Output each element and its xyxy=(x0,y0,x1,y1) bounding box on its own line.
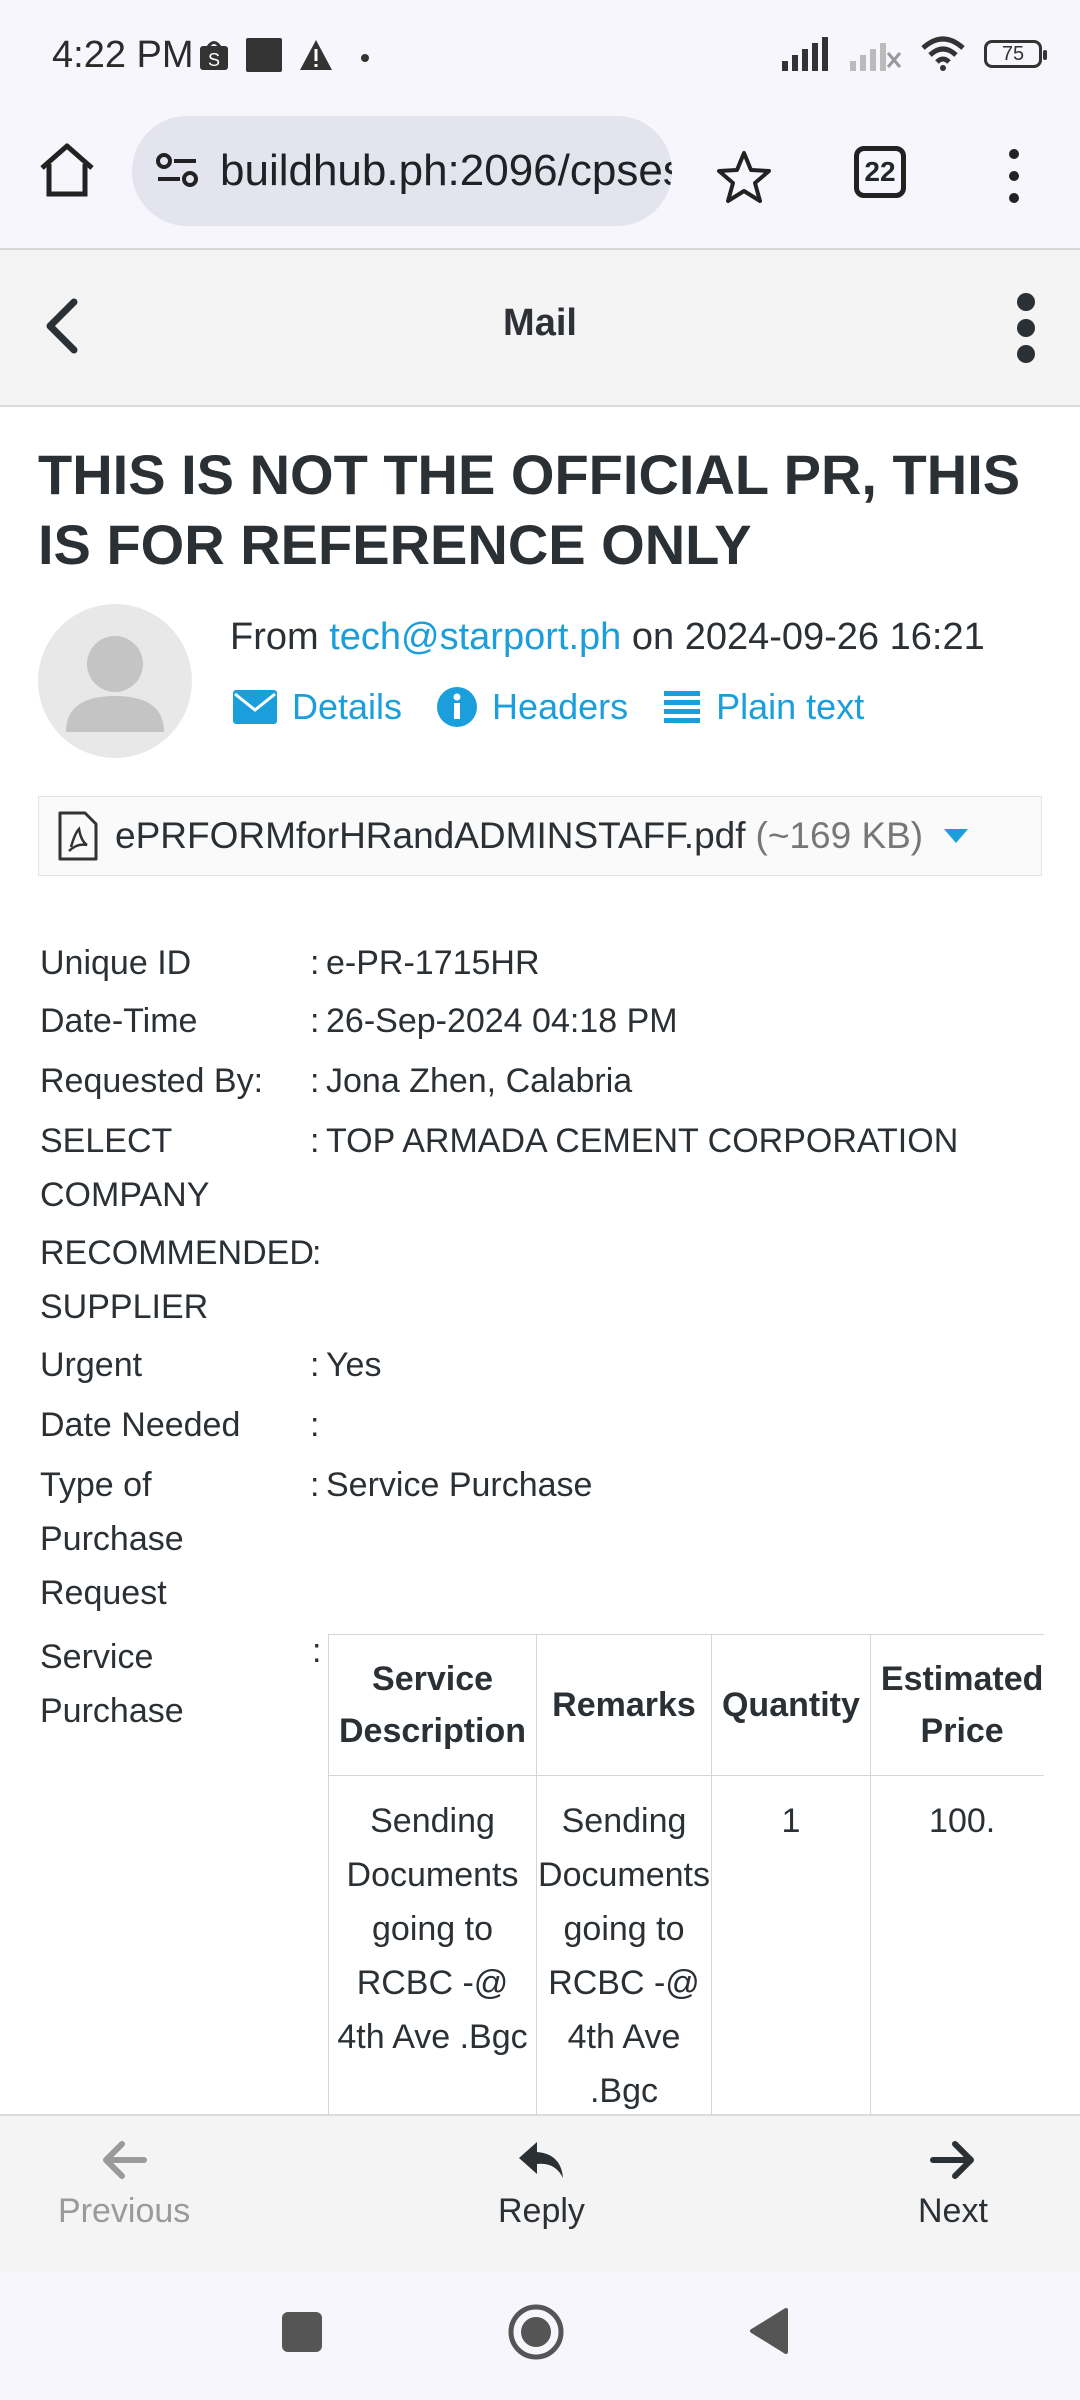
detail-label: SELECT COMPANY xyxy=(40,1122,210,1214)
tab-switcher-button[interactable]: 22 xyxy=(854,146,906,198)
detail-colon: : xyxy=(310,1346,320,1384)
next-label[interactable]: Next xyxy=(918,2192,988,2230)
recent-apps-button[interactable] xyxy=(282,2312,322,2352)
on-word: on xyxy=(631,616,675,658)
detail-colon: : xyxy=(310,1062,320,1100)
column-header: Estimated Price xyxy=(869,1634,1044,1776)
dot-icon xyxy=(361,54,369,62)
url-bar[interactable]: buildhub.ph:2096/cpsess xyxy=(132,116,672,226)
plain-text-link[interactable]: Plain text xyxy=(662,686,864,728)
envelope-icon xyxy=(233,690,277,724)
service-table-scroll[interactable]: Service Description Remarks Quantity Est… xyxy=(328,1634,1044,2114)
attachment-name[interactable]: ePRFORMforHRandADMINSTAFF.pdf xyxy=(115,815,746,857)
signal-no-sim-icon xyxy=(850,43,902,71)
person-icon xyxy=(66,636,164,732)
svg-text:S: S xyxy=(208,50,220,70)
reply-icon xyxy=(519,2142,564,2178)
column-header: Remarks xyxy=(536,1634,712,1776)
signal-icon xyxy=(782,37,828,71)
message-actions: Details Headers Plain text xyxy=(232,686,864,728)
info-icon xyxy=(437,687,478,727)
detail-colon: : xyxy=(310,1466,320,1504)
reply-label[interactable]: Reply xyxy=(498,2192,585,2230)
detail-colon: : xyxy=(310,1122,320,1160)
sender-email-link[interactable]: tech@starport.ph xyxy=(329,616,621,658)
app-header: Mail xyxy=(0,250,1080,407)
arrow-left-icon xyxy=(103,2141,148,2179)
detail-colon: : xyxy=(310,944,320,982)
home-icon[interactable] xyxy=(36,140,98,202)
message-date: 2024-09-26 16:21 xyxy=(684,616,985,658)
attachment-item[interactable]: ePRFORMforHRandADMINSTAFF.pdf (~169 KB) xyxy=(38,796,1042,876)
url-text[interactable]: buildhub.ph:2096/cpsess xyxy=(220,146,672,196)
bookmark-star-icon[interactable] xyxy=(714,148,774,208)
detail-label: Type of Purchase Request xyxy=(40,1466,184,1612)
attachment-size: (~169 KB) xyxy=(755,815,924,856)
detail-value: Yes xyxy=(326,1346,382,1384)
from-prefix: From xyxy=(230,616,319,658)
from-line: From tech@starport.ph on 2024-09-26 16:2… xyxy=(230,616,985,659)
page-title: Mail xyxy=(503,302,577,344)
detail-label: RECOMMENDED SUPPLIER xyxy=(40,1234,314,1326)
headers-label[interactable]: Headers xyxy=(492,686,628,728)
service-table: Service Description Remarks Quantity Est… xyxy=(328,1634,1044,2114)
pdf-file-icon xyxy=(58,811,98,861)
headers-link[interactable]: Headers xyxy=(436,686,628,728)
site-settings-icon[interactable] xyxy=(154,147,202,195)
detail-value: Service Purchase xyxy=(326,1466,593,1504)
detail-value: e-PR-1715HR xyxy=(326,944,540,982)
detail-label: Date-Time xyxy=(40,1002,198,1040)
list-lines-icon xyxy=(664,691,701,723)
detail-value: 26-Sep-2024 04:18 PM xyxy=(326,1002,678,1040)
column-header: Quantity xyxy=(710,1634,871,1776)
table-cell: 1 xyxy=(710,1775,871,2114)
detail-value: TOP ARMADA CEMENT CORPORATION xyxy=(326,1122,959,1160)
detail-label: Urgent xyxy=(40,1346,143,1384)
shop-icon: S xyxy=(200,41,228,70)
next-button[interactable]: Next xyxy=(918,2138,988,2231)
table-cell: Sending Documents going to RCBC -@ 4th A… xyxy=(328,1775,538,2114)
detail-colon: : xyxy=(310,1002,320,1040)
previous-label[interactable]: Previous xyxy=(58,2192,190,2230)
message-subject: THIS IS NOT THE OFFICIAL PR, THIS IS FOR… xyxy=(38,443,1021,576)
previous-button[interactable]: Previous xyxy=(58,2138,190,2231)
status-time: 4:22 PM xyxy=(52,34,194,76)
status-bar: 4:22 PM S 75 xyxy=(0,0,1080,110)
browser-menu-icon[interactable] xyxy=(996,146,1032,206)
details-link[interactable]: Details xyxy=(232,686,402,728)
detail-value: Jona Zhen, Calabria xyxy=(326,1062,633,1100)
detail-label: Service Purchase xyxy=(40,1638,184,1730)
table-header-row: Service Description Remarks Quantity Est… xyxy=(328,1634,1044,1776)
more-options-icon[interactable] xyxy=(1010,292,1042,364)
detail-label: Requested By: xyxy=(40,1062,264,1100)
arrow-right-icon xyxy=(929,2141,974,2179)
detail-colon: : xyxy=(312,1632,322,1670)
chevron-down-icon[interactable] xyxy=(943,828,969,844)
system-navigation-bar xyxy=(0,2272,1080,2400)
home-circle-icon[interactable] xyxy=(506,2302,566,2362)
detail-label: Unique ID xyxy=(40,944,192,982)
message-navigation: Previous Reply Next xyxy=(0,2114,1080,2274)
avatar xyxy=(38,604,192,758)
table-cell: 100. xyxy=(869,1775,1044,2114)
browser-toolbar: buildhub.ph:2096/cpsess 22 xyxy=(0,110,1080,248)
square-icon xyxy=(246,38,282,72)
warning-icon xyxy=(300,40,332,70)
table-cell: Sending Documents going to RCBC -@ 4th A… xyxy=(536,1775,712,2114)
status-icons: 75 xyxy=(782,36,1047,72)
column-header: Service Description xyxy=(328,1634,538,1776)
detail-colon: : xyxy=(310,1406,320,1444)
reply-button[interactable]: Reply xyxy=(498,2138,585,2231)
details-label[interactable]: Details xyxy=(292,686,402,728)
wifi-icon xyxy=(921,36,965,71)
plain-text-label[interactable]: Plain text xyxy=(716,686,864,728)
detail-label: Date Needed xyxy=(40,1406,241,1444)
back-triangle-icon[interactable] xyxy=(746,2306,790,2356)
detail-colon: : xyxy=(312,1234,322,1272)
table-row: Sending Documents going to RCBC -@ 4th A… xyxy=(328,1775,1044,2114)
battery-icon: 75 xyxy=(984,40,1047,68)
